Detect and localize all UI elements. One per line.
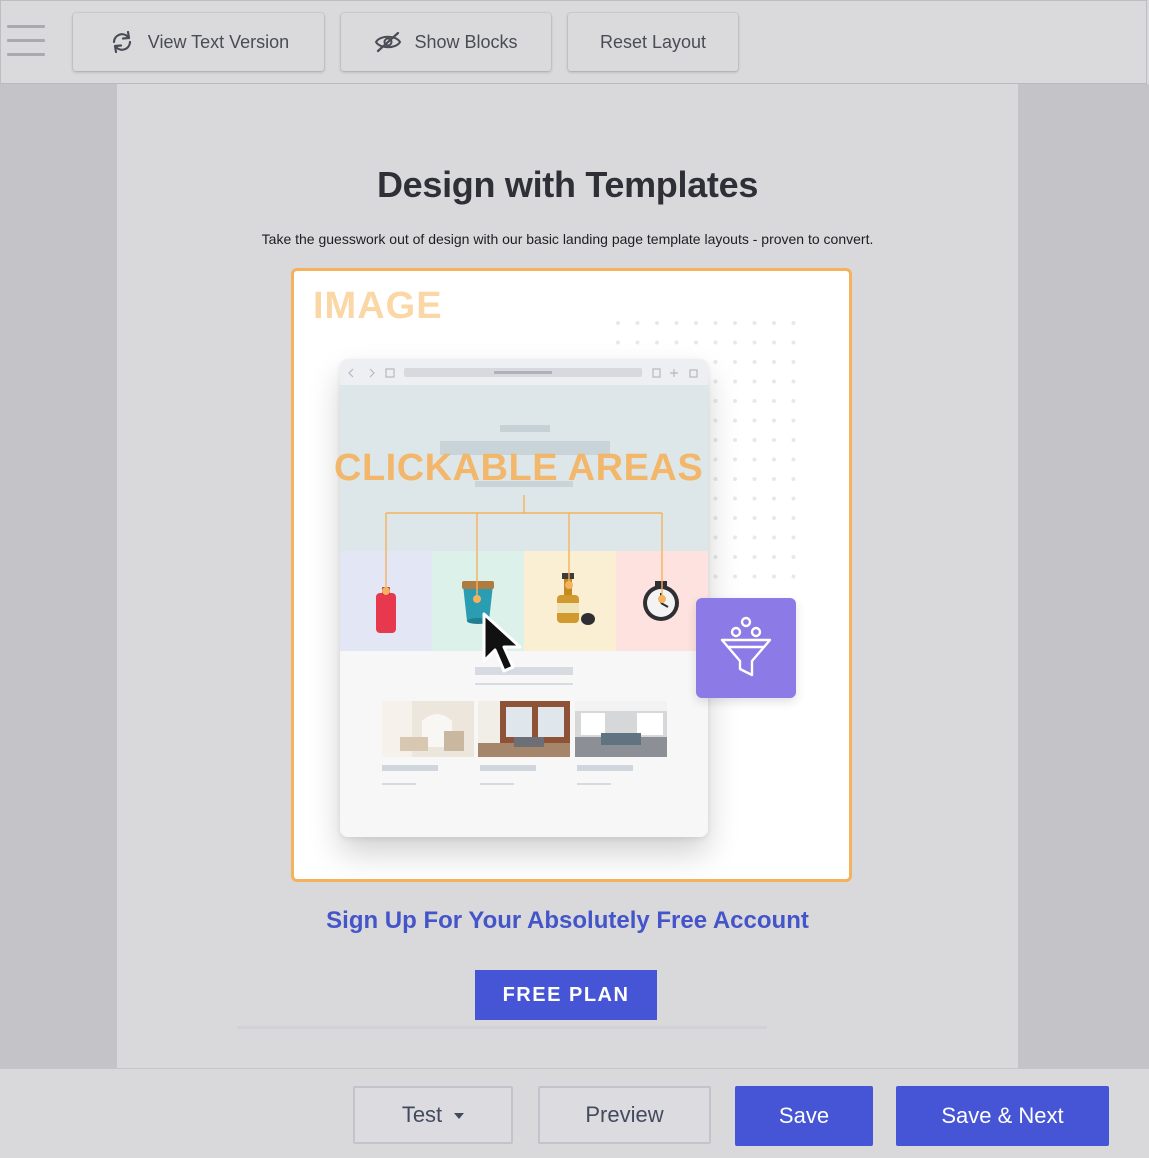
clickable-areas-label: CLICKABLE AREAS [334, 447, 704, 489]
brick-living-room-photo [478, 701, 570, 757]
test-button-label: Test [401, 1102, 443, 1127]
mouse-cursor-icon [482, 612, 522, 673]
page-title[interactable]: Design with Templates [117, 164, 1018, 206]
eye-slash-icon [375, 31, 402, 53]
right-gutter [1018, 84, 1149, 1068]
reset-layout-button[interactable]: Reset Layout [568, 13, 738, 71]
view-text-version-button[interactable]: View Text Version [73, 13, 324, 71]
funnel-tile [696, 598, 796, 698]
bottom-action-bar: Test Preview Save Save & Next [0, 1068, 1149, 1158]
save-and-next-label: Save & Next [941, 1103, 1064, 1128]
free-plan-button[interactable]: FREE PLAN [475, 970, 657, 1020]
section-divider [237, 1026, 767, 1029]
test-dropdown-button[interactable]: Test [353, 1086, 513, 1144]
image-block[interactable]: IMAGE CLICKABLE AREAS [291, 268, 852, 882]
save-button[interactable]: Save [735, 1086, 873, 1146]
show-blocks-label: Show Blocks [414, 31, 518, 52]
image-block-label: IMAGE [313, 285, 443, 327]
caret-down-icon [454, 1113, 465, 1119]
save-and-next-button[interactable]: Save & Next [896, 1086, 1109, 1146]
show-blocks-button[interactable]: Show Blocks [341, 13, 551, 71]
left-gutter [0, 84, 117, 1068]
view-text-version-label: View Text Version [147, 31, 290, 52]
preview-button-label: Preview [585, 1102, 664, 1127]
save-button-label: Save [778, 1103, 830, 1128]
page-subtitle[interactable]: Take the guesswork out of design with ou… [117, 231, 1018, 247]
signup-headline[interactable]: Sign Up For Your Absolutely Free Account [117, 907, 1018, 935]
hamburger-icon[interactable] [7, 25, 45, 59]
preview-button[interactable]: Preview [538, 1086, 711, 1144]
bedroom-photo [382, 701, 474, 757]
top-toolbar: View Text Version Show Blocks Reset Layo… [0, 0, 1147, 84]
kitchen-photo [575, 701, 667, 757]
funnel-icon [720, 616, 772, 677]
refresh-icon [112, 31, 131, 53]
mockup-lower-section [340, 651, 708, 837]
template-mockup [340, 359, 708, 837]
reset-layout-label: Reset Layout [599, 31, 707, 52]
